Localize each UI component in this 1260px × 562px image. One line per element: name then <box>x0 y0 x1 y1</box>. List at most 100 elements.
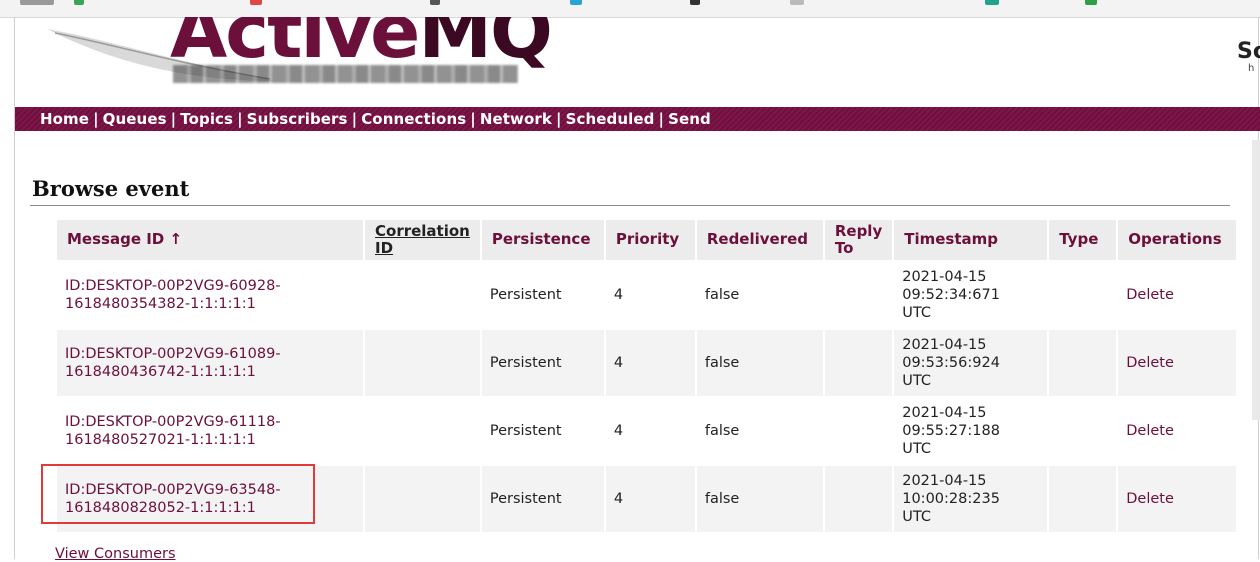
priority-cell: 4 <box>613 286 624 303</box>
delete-link[interactable]: Delete <box>1126 287 1174 303</box>
message-id-cell: ID:DESKTOP-00P2VG9-60928- 1618480354382-1… <box>57 262 363 328</box>
logo-text-active: Active <box>170 17 420 75</box>
message-id-link[interactable]: ID:DESKTOP-00P2VG9-61118- 1618480527021-1… <box>65 414 281 448</box>
timestamp-date: 2021-04-15 <box>902 404 987 421</box>
correlation-id-cell <box>365 330 480 396</box>
redelivered-cell: false <box>696 466 823 532</box>
reply-to-cell <box>825 262 892 328</box>
bookmark-icon[interactable] <box>790 0 804 5</box>
message-id-line1: ID:DESKTOP-00P2VG9-61089- <box>65 345 281 362</box>
bookmark-icon[interactable] <box>430 0 440 5</box>
nav-separator: | <box>658 110 665 128</box>
timestamp-cell: 2021-04-15 10:00:28:235 UTC <box>894 466 1048 532</box>
col-correlation-id[interactable]: Correlation ID <box>365 220 480 260</box>
bookmark-item[interactable] <box>20 0 54 5</box>
timestamp-date: 2021-04-15 <box>902 268 987 285</box>
correlation-id-cell <box>365 262 480 328</box>
title-divider <box>30 205 1230 206</box>
persistence-cell: Persistent <box>489 286 562 303</box>
type-cell <box>1049 398 1116 464</box>
nav-separator: | <box>470 110 476 128</box>
sponsor-logo[interactable]: So <box>1237 39 1260 64</box>
priority-cell: 4 <box>613 422 624 439</box>
message-id-link[interactable]: ID:DESKTOP-00P2VG9-60928- 1618480354382-1… <box>65 278 281 312</box>
reply-to-cell <box>825 398 892 464</box>
message-id-line1: ID:DESKTOP-00P2VG9-61118- <box>65 413 281 430</box>
delete-link[interactable]: Delete <box>1126 491 1174 507</box>
nav-home[interactable]: Home <box>40 110 89 128</box>
highlight-box <box>41 464 315 524</box>
col-persistence[interactable]: Persistence <box>481 220 604 260</box>
reply-to-cell <box>824 466 893 532</box>
bookmark-icon[interactable] <box>250 0 262 5</box>
timestamp-cell: 2021-04-15 09:53:56:924 UTC <box>894 330 1048 396</box>
operations-cell: Delete <box>1118 398 1236 464</box>
priority-cell: 4 <box>605 330 695 396</box>
table-row: ID:DESKTOP-00P2VG9-61089- 1618480436742-1… <box>57 330 1237 396</box>
type-cell <box>1049 466 1117 532</box>
nav-separator: | <box>170 110 177 128</box>
delete-link[interactable]: Delete <box>1126 355 1174 371</box>
nav-separator: | <box>93 110 99 128</box>
message-id-cell: ID:DESKTOP-00P2VG9-61089- 1618480436742-1… <box>57 330 363 396</box>
timestamp-zone: UTC <box>902 509 931 526</box>
delete-link[interactable]: Delete <box>1126 423 1174 439</box>
col-redelivered[interactable]: Redelivered <box>696 220 823 260</box>
redelivered-cell: false <box>704 286 740 303</box>
type-cell <box>1049 262 1116 328</box>
timestamp-zone: UTC <box>902 305 931 322</box>
timestamp-date: 2021-04-15 <box>902 336 987 353</box>
site-header: ActiveMQ So h <box>15 17 1260 107</box>
nav-separator: | <box>237 110 243 128</box>
activemq-logo[interactable]: ActiveMQ <box>170 17 553 69</box>
persistence-cell: Persistent <box>489 422 562 439</box>
message-id-link[interactable]: ID:DESKTOP-00P2VG9-61089- 1618480436742-1… <box>65 346 281 380</box>
col-message-id[interactable]: Message ID ↑ <box>57 220 363 260</box>
timestamp-time: 09:55:27:188 <box>902 422 1000 439</box>
main-nav-links: Home | Queues | Topics | Subscribers | Connectio… <box>40 110 711 128</box>
timestamp-cell: 2021-04-15 09:52:34:671 UTC <box>894 262 1047 328</box>
bookmark-icon[interactable] <box>570 0 582 5</box>
nav-network[interactable]: Network <box>480 110 552 128</box>
correlation-id-cell <box>365 466 480 532</box>
scrollbar-track[interactable] <box>1252 140 1260 420</box>
logo-text-mq: MQ <box>418 17 553 75</box>
col-reply-to[interactable]: Reply To <box>824 220 893 260</box>
timestamp-date: 2021-04-15 <box>902 472 987 489</box>
message-id-line2: 1618480354382-1:1:1:1:1 <box>65 296 256 312</box>
col-type[interactable]: Type <box>1049 220 1117 260</box>
nav-scheduled[interactable]: Scheduled <box>566 110 655 128</box>
operations-cell: Delete <box>1118 262 1236 328</box>
persistence-cell: Persistent <box>481 466 604 532</box>
type-cell <box>1049 330 1117 396</box>
timestamp-zone: UTC <box>902 373 931 390</box>
message-id-cell: ID:DESKTOP-00P2VG9-61118- 1618480527021-1… <box>57 398 363 464</box>
view-consumers-link[interactable]: View Consumers <box>55 546 176 562</box>
nav-separator: | <box>555 110 562 128</box>
nav-queues[interactable]: Queues <box>103 110 167 128</box>
bookmark-icon[interactable] <box>985 0 999 5</box>
table-row: ID:DESKTOP-00P2VG9-60928- 1618480354382-1… <box>57 262 1236 328</box>
nav-topics[interactable]: Topics <box>180 110 233 128</box>
message-id-line1: ID:DESKTOP-00P2VG9-60928- <box>65 277 281 294</box>
message-id-line2: 1618480436742-1:1:1:1:1 <box>65 364 256 380</box>
bookmark-icon[interactable] <box>74 0 84 5</box>
operations-cell: Delete <box>1118 466 1237 532</box>
timestamp-time: 09:52:34:671 <box>902 286 1000 303</box>
nav-connections[interactable]: Connections <box>361 110 466 128</box>
nav-separator: | <box>351 110 358 128</box>
col-priority[interactable]: Priority <box>605 220 695 260</box>
bookmark-icon[interactable] <box>1085 0 1097 5</box>
bookmark-icon[interactable] <box>690 0 700 5</box>
timestamp-zone: UTC <box>902 441 931 458</box>
persistence-cell: Persistent <box>481 330 604 396</box>
table-header-row: Message ID ↑ Correlation ID Persistence … <box>57 220 1237 260</box>
table-row: ID:DESKTOP-00P2VG9-61118- 1618480527021-1… <box>57 398 1236 464</box>
correlation-id-cell <box>365 398 480 464</box>
nav-subscribers[interactable]: Subscribers <box>247 110 348 128</box>
browser-bookmarks-bar <box>0 0 1260 18</box>
nav-send[interactable]: Send <box>668 110 711 128</box>
sponsor-subtext: h <box>1248 63 1255 74</box>
col-timestamp[interactable]: Timestamp <box>894 220 1048 260</box>
page-title: Browse event <box>32 176 190 201</box>
